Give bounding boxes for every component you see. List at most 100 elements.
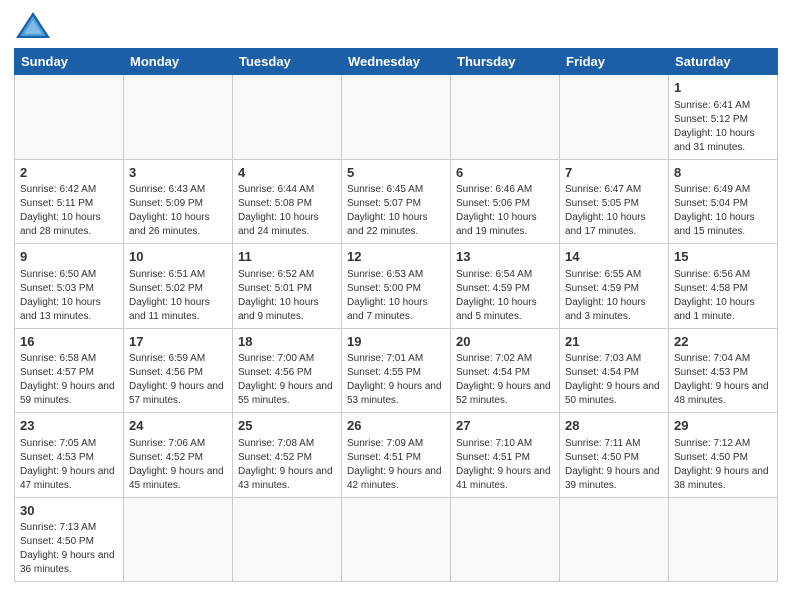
- day-info: Sunrise: 7:00 AM Sunset: 4:56 PM Dayligh…: [238, 352, 336, 408]
- calendar-cell: 10 Sunrise: 6:51 AM Sunset: 5:02 PM Dayli…: [124, 244, 233, 329]
- day-number: 6: [456, 164, 554, 182]
- day-info: Sunrise: 7:11 AM Sunset: 4:50 PM Dayligh…: [565, 437, 663, 493]
- logo: [14, 10, 58, 42]
- day-info: Sunrise: 7:03 AM Sunset: 4:54 PM Dayligh…: [565, 352, 663, 408]
- day-number: 20: [456, 333, 554, 351]
- day-number: 25: [238, 417, 336, 435]
- page: SundayMondayTuesdayWednesdayThursdayFrid…: [0, 0, 792, 596]
- calendar-cell: [124, 497, 233, 582]
- calendar-cell: 26 Sunrise: 7:09 AM Sunset: 4:51 PM Dayli…: [342, 413, 451, 498]
- day-number: 15: [674, 248, 772, 266]
- calendar-cell: 27 Sunrise: 7:10 AM Sunset: 4:51 PM Dayli…: [451, 413, 560, 498]
- day-info: Sunrise: 7:12 AM Sunset: 4:50 PM Dayligh…: [674, 437, 772, 493]
- day-info: Sunrise: 6:58 AM Sunset: 4:57 PM Dayligh…: [20, 352, 118, 408]
- day-info: Sunrise: 6:43 AM Sunset: 5:09 PM Dayligh…: [129, 183, 227, 239]
- day-number: 13: [456, 248, 554, 266]
- day-info: Sunrise: 6:59 AM Sunset: 4:56 PM Dayligh…: [129, 352, 227, 408]
- day-info: Sunrise: 6:53 AM Sunset: 5:00 PM Dayligh…: [347, 268, 445, 324]
- day-number: 16: [20, 333, 118, 351]
- day-number: 18: [238, 333, 336, 351]
- day-info: Sunrise: 6:49 AM Sunset: 5:04 PM Dayligh…: [674, 183, 772, 239]
- day-info: Sunrise: 7:08 AM Sunset: 4:52 PM Dayligh…: [238, 437, 336, 493]
- day-number: 7: [565, 164, 663, 182]
- calendar-cell: 22Sunrise: 7:04 AM Sunset: 4:53 PM Dayli…: [669, 328, 778, 413]
- header: [14, 10, 778, 42]
- weekday-header-saturday: Saturday: [669, 49, 778, 75]
- calendar-week-row: 16Sunrise: 6:58 AM Sunset: 4:57 PM Dayli…: [15, 328, 778, 413]
- calendar-cell: 21Sunrise: 7:03 AM Sunset: 4:54 PM Dayli…: [560, 328, 669, 413]
- calendar-cell: 5Sunrise: 6:45 AM Sunset: 5:07 PM Daylig…: [342, 159, 451, 244]
- calendar-week-row: 2Sunrise: 6:42 AM Sunset: 5:11 PM Daylig…: [15, 159, 778, 244]
- calendar-cell: 3Sunrise: 6:43 AM Sunset: 5:09 PM Daylig…: [124, 159, 233, 244]
- weekday-header-sunday: Sunday: [15, 49, 124, 75]
- day-number: 29: [674, 417, 772, 435]
- calendar: SundayMondayTuesdayWednesdayThursdayFrid…: [14, 48, 778, 582]
- day-info: Sunrise: 6:46 AM Sunset: 5:06 PM Dayligh…: [456, 183, 554, 239]
- weekday-header-monday: Monday: [124, 49, 233, 75]
- calendar-cell: 1Sunrise: 6:41 AM Sunset: 5:12 PM Daylig…: [669, 75, 778, 160]
- day-info: Sunrise: 6:42 AM Sunset: 5:11 PM Dayligh…: [20, 183, 118, 239]
- logo-icon: [14, 10, 52, 42]
- day-number: 3: [129, 164, 227, 182]
- day-number: 23: [20, 417, 118, 435]
- day-number: 26: [347, 417, 445, 435]
- calendar-cell: 12Sunrise: 6:53 AM Sunset: 5:00 PM Dayli…: [342, 244, 451, 329]
- day-number: 4: [238, 164, 336, 182]
- day-number: 21: [565, 333, 663, 351]
- calendar-cell: 24 Sunrise: 7:06 AM Sunset: 4:52 PM Dayli…: [124, 413, 233, 498]
- calendar-cell: [451, 497, 560, 582]
- day-number: 24: [129, 417, 227, 435]
- day-number: 9: [20, 248, 118, 266]
- weekday-header-friday: Friday: [560, 49, 669, 75]
- calendar-cell: [233, 75, 342, 160]
- weekday-header-wednesday: Wednesday: [342, 49, 451, 75]
- calendar-cell: [124, 75, 233, 160]
- day-info: Sunrise: 6:52 AM Sunset: 5:01 PM Dayligh…: [238, 268, 336, 324]
- calendar-cell: [342, 497, 451, 582]
- calendar-cell: 4Sunrise: 6:44 AM Sunset: 5:08 PM Daylig…: [233, 159, 342, 244]
- day-number: 10: [129, 248, 227, 266]
- calendar-cell: 18Sunrise: 7:00 AM Sunset: 4:56 PM Dayli…: [233, 328, 342, 413]
- calendar-cell: 23Sunrise: 7:05 AM Sunset: 4:53 PM Dayli…: [15, 413, 124, 498]
- day-info: Sunrise: 6:50 AM Sunset: 5:03 PM Dayligh…: [20, 268, 118, 324]
- day-number: 19: [347, 333, 445, 351]
- day-number: 17: [129, 333, 227, 351]
- day-number: 27: [456, 417, 554, 435]
- day-info: Sunrise: 7:06 AM Sunset: 4:52 PM Dayligh…: [129, 437, 227, 493]
- calendar-cell: [560, 75, 669, 160]
- calendar-cell: 19Sunrise: 7:01 AM Sunset: 4:55 PM Dayli…: [342, 328, 451, 413]
- calendar-cell: [342, 75, 451, 160]
- calendar-week-row: 9 Sunrise: 6:50 AM Sunset: 5:03 PM Daylig…: [15, 244, 778, 329]
- calendar-cell: [560, 497, 669, 582]
- day-info: Sunrise: 7:02 AM Sunset: 4:54 PM Dayligh…: [456, 352, 554, 408]
- calendar-cell: 25 Sunrise: 7:08 AM Sunset: 4:52 PM Dayli…: [233, 413, 342, 498]
- day-info: Sunrise: 7:10 AM Sunset: 4:51 PM Dayligh…: [456, 437, 554, 493]
- calendar-cell: 2Sunrise: 6:42 AM Sunset: 5:11 PM Daylig…: [15, 159, 124, 244]
- calendar-cell: 29 Sunrise: 7:12 AM Sunset: 4:50 PM Dayli…: [669, 413, 778, 498]
- day-info: Sunrise: 6:41 AM Sunset: 5:12 PM Dayligh…: [674, 99, 772, 155]
- day-number: 8: [674, 164, 772, 182]
- day-info: Sunrise: 6:51 AM Sunset: 5:02 PM Dayligh…: [129, 268, 227, 324]
- day-number: 14: [565, 248, 663, 266]
- calendar-cell: 6Sunrise: 6:46 AM Sunset: 5:06 PM Daylig…: [451, 159, 560, 244]
- calendar-cell: 28Sunrise: 7:11 AM Sunset: 4:50 PM Dayli…: [560, 413, 669, 498]
- calendar-cell: 20Sunrise: 7:02 AM Sunset: 4:54 PM Dayli…: [451, 328, 560, 413]
- day-number: 11: [238, 248, 336, 266]
- day-number: 5: [347, 164, 445, 182]
- calendar-cell: 15Sunrise: 6:56 AM Sunset: 4:58 PM Dayli…: [669, 244, 778, 329]
- calendar-cell: 16Sunrise: 6:58 AM Sunset: 4:57 PM Dayli…: [15, 328, 124, 413]
- day-info: Sunrise: 6:44 AM Sunset: 5:08 PM Dayligh…: [238, 183, 336, 239]
- weekday-header-tuesday: Tuesday: [233, 49, 342, 75]
- day-number: 2: [20, 164, 118, 182]
- day-info: Sunrise: 7:13 AM Sunset: 4:50 PM Dayligh…: [20, 521, 118, 577]
- day-info: Sunrise: 6:45 AM Sunset: 5:07 PM Dayligh…: [347, 183, 445, 239]
- calendar-cell: 14 Sunrise: 6:55 AM Sunset: 4:59 PM Dayli…: [560, 244, 669, 329]
- calendar-cell: 8Sunrise: 6:49 AM Sunset: 5:04 PM Daylig…: [669, 159, 778, 244]
- day-info: Sunrise: 6:55 AM Sunset: 4:59 PM Dayligh…: [565, 268, 663, 324]
- calendar-cell: 7Sunrise: 6:47 AM Sunset: 5:05 PM Daylig…: [560, 159, 669, 244]
- calendar-cell: [669, 497, 778, 582]
- calendar-cell: [15, 75, 124, 160]
- day-info: Sunrise: 7:09 AM Sunset: 4:51 PM Dayligh…: [347, 437, 445, 493]
- day-info: Sunrise: 6:54 AM Sunset: 4:59 PM Dayligh…: [456, 268, 554, 324]
- calendar-cell: 13 Sunrise: 6:54 AM Sunset: 4:59 PM Dayli…: [451, 244, 560, 329]
